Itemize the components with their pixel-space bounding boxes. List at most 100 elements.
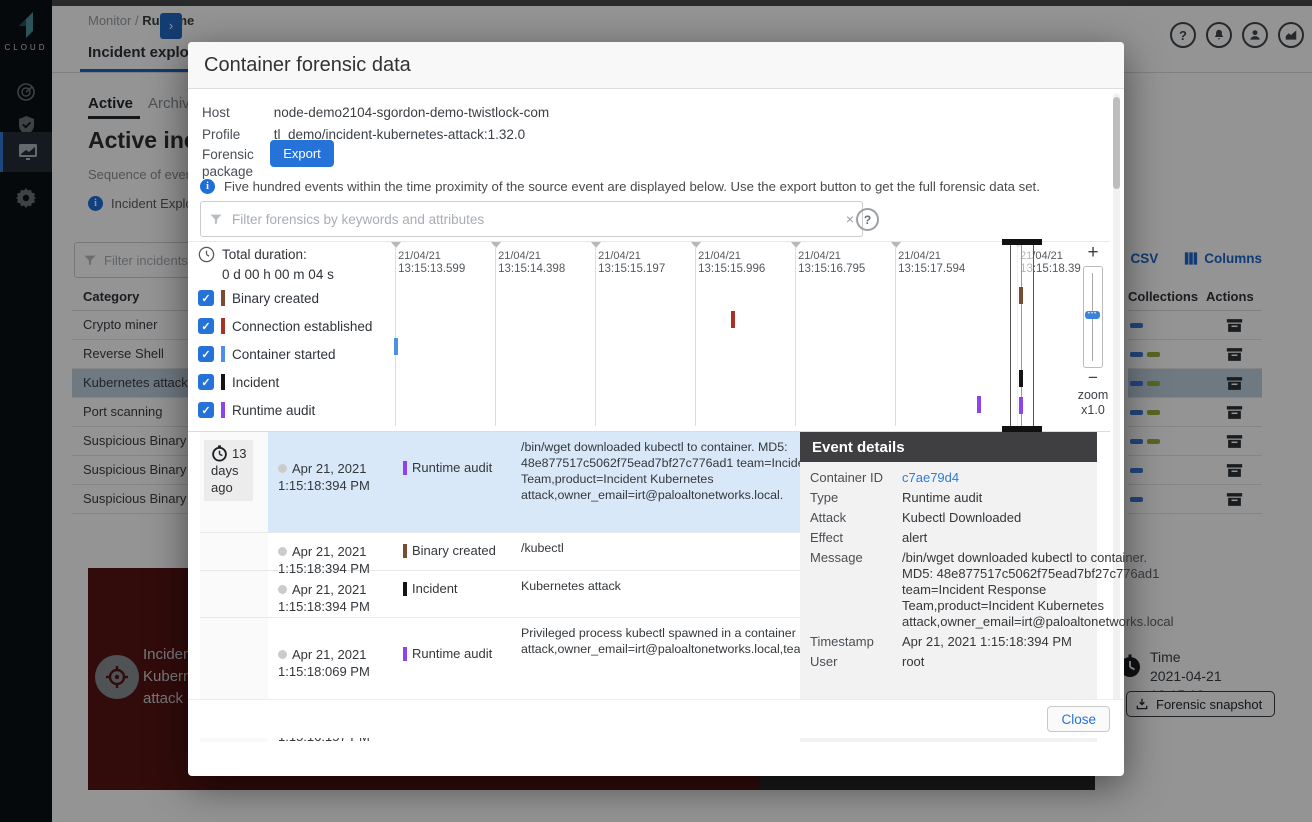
container-forensic-modal: Container forensic data Host node-demo21… [188, 42, 1124, 776]
zoom-slider[interactable]: ••• [1083, 266, 1103, 368]
legend-label: Incident [232, 375, 279, 390]
package-row: Forensic package [202, 146, 270, 180]
close-button[interactable]: Close [1047, 706, 1110, 732]
zoom-slider-handle[interactable]: ••• [1085, 311, 1100, 319]
event-type-cell: Runtime audit [403, 618, 515, 700]
event-datetime-cell: Apr 21, 2021 1:15:18:394 PM [268, 571, 403, 617]
legend-label: Container started [232, 347, 336, 362]
event-type-marker [221, 402, 225, 418]
event-date: Apr 21, 2021 [292, 582, 366, 597]
tick-date: 21/04/21 [398, 250, 441, 262]
event-type-marker [221, 374, 225, 390]
tick-date: 21/04/21 [498, 250, 541, 262]
timeline-grid[interactable]: 21/04/21 13:15:13.599 21/04/21 13:15:14.… [380, 242, 1065, 429]
checkbox-checked[interactable]: ✓ [198, 402, 214, 418]
tick-time: 13:15:14.398 [498, 263, 565, 275]
modal-footer: Close [188, 699, 1124, 738]
legend-item: ✓ Container started [198, 346, 378, 362]
event-age-cell: 13 days ago [200, 432, 268, 532]
detail-row: Effect alert [810, 530, 1087, 546]
zoom-out-button[interactable]: − [1076, 372, 1110, 384]
timeline-event-marker[interactable] [977, 396, 981, 413]
timeline-event-marker[interactable] [1019, 287, 1023, 304]
event-type-label: Runtime audit [412, 460, 492, 475]
timeline-event-marker[interactable] [731, 311, 735, 328]
timeline-legend-items: ✓ Binary created ✓ Connection establishe… [198, 290, 378, 418]
ago-suffix: ago [211, 480, 233, 495]
timeline-event-marker[interactable] [1019, 370, 1023, 387]
detail-value: /bin/wget downloaded kubectl to containe… [902, 550, 1174, 630]
forensics-filter[interactable]: × [200, 201, 863, 237]
host-value: node-demo2104-sgordon-demo-twistlock-com [274, 105, 549, 120]
event-type-marker [403, 647, 407, 661]
event-age-cell [200, 618, 268, 700]
modal-scrollbar[interactable] [1113, 93, 1120, 733]
export-button[interactable]: Export [270, 140, 334, 167]
tick-time: 13:15:16.795 [798, 263, 865, 275]
detail-row: Type Runtime audit [810, 490, 1087, 506]
checkbox-checked[interactable]: ✓ [198, 318, 214, 334]
timeline-event-marker[interactable] [394, 338, 398, 355]
event-type-label: Incident [412, 581, 458, 596]
detail-label: Effect [810, 530, 902, 546]
modal-info-line: i Five hundred events within the time pr… [200, 179, 1040, 194]
timeline-zoom-control: + ••• − zoom x1.0 [1076, 244, 1110, 418]
event-datetime-cell: Apr 21, 2021 1:15:18:069 PM [268, 618, 403, 700]
legend-label: Binary created [232, 291, 319, 306]
filter-funnel-icon [209, 213, 223, 226]
ago-number: 13 [232, 445, 246, 462]
legend-item: ✓ Binary created [198, 290, 378, 306]
event-datetime-cell: Apr 21, 2021 1:15:18:394 PM [268, 533, 403, 570]
event-dot-icon [278, 547, 287, 556]
legend-label: Runtime audit [232, 403, 315, 418]
timeline-selection-brush[interactable] [1010, 244, 1034, 427]
detail-label: User [810, 654, 902, 670]
scrollbar-thumb[interactable] [1113, 97, 1120, 189]
event-type-marker [221, 290, 225, 306]
tick-triangle-icon [791, 242, 801, 248]
detail-label: Timestamp [810, 634, 902, 650]
event-date: Apr 21, 2021 [292, 544, 366, 559]
event-details-title: Event details [800, 432, 1097, 462]
legend-item: ✓ Incident [198, 374, 378, 390]
forensics-filter-input[interactable] [230, 211, 839, 228]
total-duration-row: Total duration: [198, 246, 378, 263]
app-root: CLOUD [0, 0, 1312, 822]
event-type-label: Binary created [412, 543, 496, 558]
checkbox-checked[interactable]: ✓ [198, 346, 214, 362]
tick-time: 13:15:15.996 [698, 263, 765, 275]
event-type-cell: Incident [403, 571, 515, 617]
detail-row: Message /bin/wget downloaded kubectl to … [810, 550, 1087, 630]
info-icon: i [200, 179, 215, 194]
event-time: 1:15:18:394 PM [278, 599, 370, 614]
clear-filter-icon[interactable]: × [846, 211, 854, 227]
tick-time: 13:15:15.197 [598, 263, 665, 275]
checkbox-checked[interactable]: ✓ [198, 374, 214, 390]
detail-value: Runtime audit [902, 490, 1087, 506]
tick-triangle-icon [891, 242, 901, 248]
timeline-event-marker[interactable] [1019, 397, 1023, 414]
forensic-package-label: Forensic package [202, 146, 270, 180]
time-ago-badge: 13 days ago [204, 440, 253, 501]
event-date: Apr 21, 2021 [292, 647, 366, 662]
detail-row: User root [810, 654, 1087, 670]
detail-label: Message [810, 550, 902, 630]
brush-handle-top[interactable] [1002, 239, 1042, 245]
filter-help-icon[interactable]: ? [856, 208, 879, 231]
profile-label: Profile [202, 127, 270, 142]
legend-item: ✓ Runtime audit [198, 402, 378, 418]
modal-body: Host node-demo2104-sgordon-demo-twistloc… [188, 89, 1124, 738]
modal-info-text: Five hundred events within the time prox… [224, 179, 1040, 194]
zoom-in-button[interactable]: + [1076, 244, 1110, 262]
detail-label: Type [810, 490, 902, 506]
duration-clock-icon [198, 246, 215, 263]
checkbox-checked[interactable]: ✓ [198, 290, 214, 306]
event-date: Apr 21, 2021 [292, 461, 366, 476]
event-details-panel: Event details Container ID c7ae79d4 Type… [800, 432, 1097, 742]
tick-triangle-icon [691, 242, 701, 248]
detail-row: Container ID c7ae79d4 [810, 470, 1087, 486]
detail-label: Container ID [810, 470, 902, 486]
stopwatch-icon [211, 445, 228, 462]
timeline-legend: Total duration: 0 d 00 h 00 m 04 s ✓ Bin… [198, 246, 378, 430]
event-type-marker [403, 461, 407, 475]
